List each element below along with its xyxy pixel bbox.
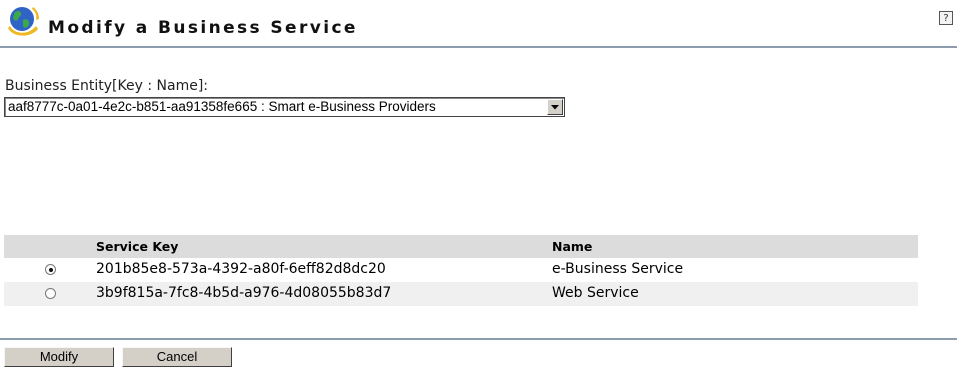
table-row[interactable]: 3b9f815a-7fc8-4b5d-a976-4d08055b83d7 Web… [4, 282, 918, 306]
services-table: Service Key Name 201b85e8-573a-4392-a80f… [4, 235, 918, 306]
service-key-cell: 201b85e8-573a-4392-a80f-6eff82d8dc20 [96, 261, 386, 277]
help-button[interactable]: ? [939, 11, 953, 25]
footer-divider [0, 338, 957, 340]
business-entity-select[interactable]: aaf8777c-0a01-4e2c-b851-aa91358fe665 : S… [4, 97, 565, 117]
page-title: Modify a Business Service [48, 18, 358, 38]
business-entity-label: Business Entity[Key : Name]: [5, 78, 208, 94]
business-entity-select-value: aaf8777c-0a01-4e2c-b851-aa91358fe665 : S… [8, 99, 436, 114]
service-radio-button[interactable] [45, 288, 56, 299]
service-name-cell: e-Business Service [552, 261, 684, 277]
service-radio-button[interactable] [45, 264, 56, 275]
table-row[interactable]: 201b85e8-573a-4392-a80f-6eff82d8dc20 e-B… [4, 258, 918, 282]
cancel-button[interactable]: Cancel [122, 347, 232, 367]
modify-button[interactable]: Modify [4, 347, 114, 367]
column-header-service-key: Service Key [96, 239, 179, 254]
header-divider [0, 46, 957, 48]
service-key-cell: 3b9f815a-7fc8-4b5d-a976-4d08055b83d7 [96, 285, 392, 301]
dropdown-arrow-icon[interactable] [547, 99, 563, 115]
service-name-cell: Web Service [552, 285, 639, 301]
column-header-name: Name [552, 239, 593, 254]
page-header: Modify a Business Service ? [0, 0, 957, 48]
table-header-row: Service Key Name [4, 235, 918, 258]
globe-icon [8, 7, 39, 36]
